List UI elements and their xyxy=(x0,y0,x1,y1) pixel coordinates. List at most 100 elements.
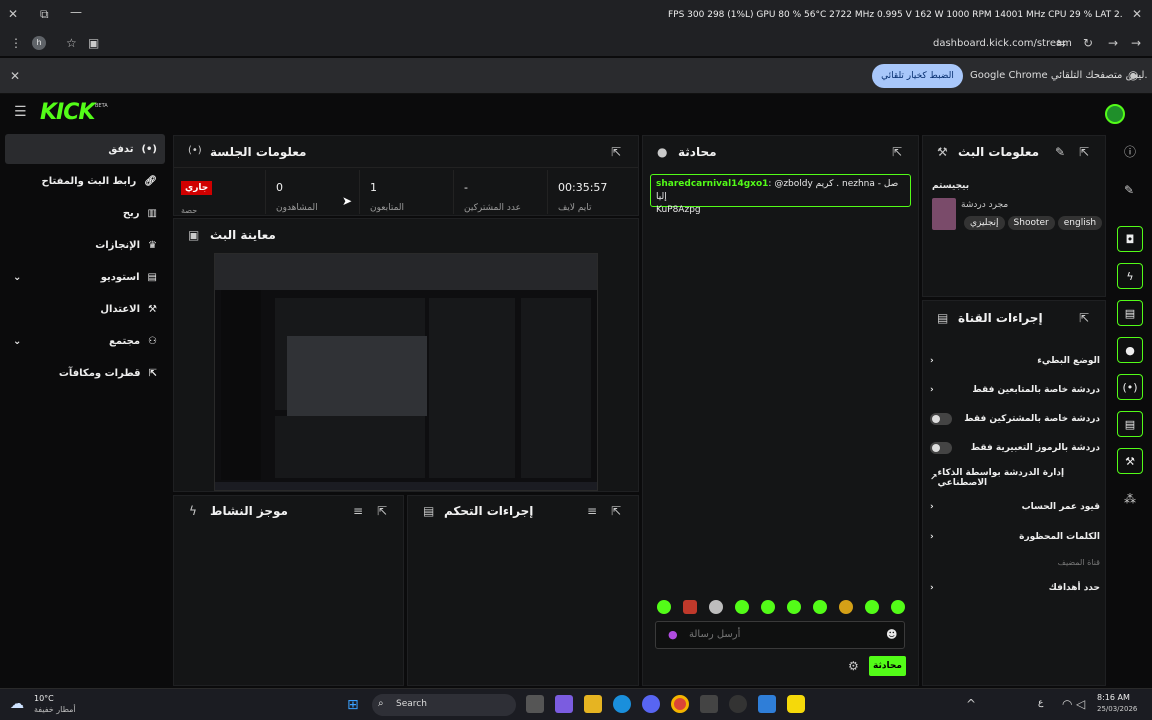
windows-start-icon[interactable]: ⊞ xyxy=(347,697,359,713)
chat-settings-gear-icon[interactable]: ⚙ xyxy=(848,660,859,672)
chevron-up-icon[interactable]: ^ xyxy=(966,698,976,710)
channel-action-slow-mode[interactable]: الوضع البطيء › xyxy=(930,351,1100,371)
language-indicator[interactable]: ع xyxy=(1038,698,1043,708)
emote-only-toggle[interactable] xyxy=(930,442,952,454)
taskbar-app-explorer-icon[interactable] xyxy=(526,695,544,713)
popout-icon[interactable]: ⇱ xyxy=(377,505,387,517)
taskbar-time[interactable]: 8:16 AM xyxy=(1097,693,1130,702)
channel-action-set-goals[interactable]: حدد أهدافك › xyxy=(930,578,1100,598)
channel-action-ai-moderation[interactable]: إدارة الدردشة بواسطة الذكاء الاصطناعي ↗ xyxy=(930,468,1100,488)
site-settings-icon[interactable]: ⇋ xyxy=(1056,37,1066,49)
user-avatar[interactable] xyxy=(1105,104,1125,124)
sidebar-item-stream-key[interactable]: 🔗︎ رابط البث والمفتاح xyxy=(5,166,165,196)
taskbar-app-notes-icon[interactable] xyxy=(787,695,805,713)
emote-4-icon[interactable] xyxy=(735,600,749,614)
sidebar-item-studio[interactable]: ▤ استوديو ⌄ xyxy=(5,262,165,292)
edit-pencil-icon[interactable]: ✎ xyxy=(1055,146,1065,158)
channel-action-followers-only[interactable]: دردشة خاصة بالمتابعين فقط › xyxy=(930,380,1100,400)
microphone-icon[interactable]: ● xyxy=(668,628,678,641)
subscribers-only-toggle[interactable] xyxy=(930,413,952,425)
rail-actions-icon[interactable]: ▤ xyxy=(1117,411,1143,437)
wifi-icon[interactable]: ◠ xyxy=(1062,698,1072,710)
forward-icon[interactable]: → xyxy=(1108,37,1118,49)
sidebar-item-community[interactable]: ⚇ مجتمع ⌄ xyxy=(5,326,165,356)
reload-icon[interactable]: ↻ xyxy=(1083,37,1093,49)
stream-preview-video[interactable] xyxy=(214,253,598,491)
popout-icon[interactable]: ⇱ xyxy=(611,146,621,158)
taskbar-app-edge-icon[interactable] xyxy=(613,695,631,713)
emote-9-icon[interactable] xyxy=(865,600,879,614)
emote-7-icon[interactable] xyxy=(813,600,827,614)
kick-logo[interactable]: KICK xyxy=(40,100,95,125)
chat-username[interactable]: sharedcarnival14gxo1 xyxy=(656,179,768,189)
sidebar-item-stream[interactable]: (•) تدفق xyxy=(5,134,165,164)
profile-avatar[interactable]: h xyxy=(32,36,46,50)
taskbar-app-discord-icon[interactable] xyxy=(642,695,660,713)
taskbar-app-chrome-icon[interactable] xyxy=(671,695,689,713)
minimize-icon[interactable]: — xyxy=(70,6,82,18)
rail-chat-icon[interactable]: ● xyxy=(1117,337,1143,363)
channel-action-account-age[interactable]: قيود عمر الحساب › xyxy=(930,497,1100,517)
emoji-icon[interactable]: ☻ xyxy=(886,628,897,641)
channel-action-emote-only[interactable]: دردشة بالرموز التعبيرية فقط xyxy=(930,438,1100,458)
taskbar-app-copilot-icon[interactable] xyxy=(555,695,573,713)
emote-6-icon[interactable] xyxy=(787,600,801,614)
taskbar-app-terminal-icon[interactable] xyxy=(700,695,718,713)
emote-10-icon[interactable] xyxy=(891,600,905,614)
sidebar-item-moderation[interactable]: ⚒ الاعتدال xyxy=(5,294,165,324)
close-window-icon[interactable]: ✕ xyxy=(8,8,18,20)
url-text[interactable]: dashboard.kick.com/stream xyxy=(933,38,1072,49)
sidebar-item-label: مجتمع xyxy=(109,335,141,347)
info-icon[interactable]: ⓘ xyxy=(1124,146,1136,158)
sidebar-item-achievements[interactable]: ♛ الإنجازات xyxy=(5,230,165,260)
rail-lightning-icon[interactable]: ϟ xyxy=(1117,263,1143,289)
back-icon[interactable]: → xyxy=(1131,37,1141,49)
edit-pencil-icon[interactable]: ✎ xyxy=(1124,184,1134,196)
filter-icon[interactable]: ≡ xyxy=(587,505,597,517)
maximize-icon[interactable]: ⧉ xyxy=(40,8,49,20)
emote-2-icon[interactable] xyxy=(683,600,697,614)
sidebar-item-drops[interactable]: ⇱ قطرات ومكافآت xyxy=(5,358,165,388)
category-name: مجرد دردشة xyxy=(961,200,1009,210)
filter-icon[interactable]: ≡ xyxy=(353,505,363,517)
rail-broadcast-icon[interactable]: (•) xyxy=(1117,374,1143,400)
rail-document-icon[interactable]: ▤ xyxy=(1117,300,1143,326)
channel-action-subscribers-only[interactable]: دردشة خاصة بالمشتركين فقط xyxy=(930,409,1100,429)
add-widget-icon[interactable]: ⁂ xyxy=(1124,493,1136,505)
menu-dots-icon[interactable]: ⋮ xyxy=(10,37,22,49)
taskbar-app-files-icon[interactable] xyxy=(584,695,602,713)
extensions-icon[interactable]: ▣ xyxy=(88,37,99,49)
infobar-close-icon[interactable]: ✕ xyxy=(10,70,20,82)
channel-action-banned-words[interactable]: الكلمات المحظورة › xyxy=(930,527,1100,547)
new-tab-close-icon[interactable]: ✕ xyxy=(1132,8,1142,20)
weather-desc[interactable]: أمطار خفيفة xyxy=(34,705,76,714)
rail-wrench-icon[interactable]: ⚒ xyxy=(1117,448,1143,474)
chevron-right-icon: › xyxy=(930,356,934,366)
subscribers-label: عدد المشتركين xyxy=(464,203,521,213)
taskbar-app-remote-icon[interactable] xyxy=(758,695,776,713)
taskbar-search[interactable]: ⌕ Search xyxy=(372,694,516,716)
channel-action-label: دردشة خاصة بالمتابعين فقط xyxy=(972,385,1100,395)
taskbar-date[interactable]: 25/03/2026 xyxy=(1097,705,1137,713)
sidebar-item-label: تدفق xyxy=(108,143,134,155)
emote-1-icon[interactable] xyxy=(657,600,671,614)
emote-5-icon[interactable] xyxy=(761,600,775,614)
popout-icon[interactable]: ⇱ xyxy=(611,505,621,517)
hamburger-menu-icon[interactable]: ☰ xyxy=(14,105,27,119)
chat-input[interactable]: أرسل رسالة ● ☻ xyxy=(655,621,905,649)
popout-icon[interactable]: ⇱ xyxy=(1079,146,1089,158)
popout-icon[interactable]: ⇱ xyxy=(892,146,902,158)
taskbar-app-obs-icon[interactable] xyxy=(729,695,747,713)
weather-temp[interactable]: 10°C xyxy=(34,694,54,703)
chat-message[interactable]: sharedcarnival14gxo1: @zboldy كريم . nez… xyxy=(650,174,911,215)
send-chat-button[interactable]: محادثة xyxy=(869,656,906,676)
channel-action-label: قيود عمر الحساب xyxy=(1021,502,1100,512)
popout-icon[interactable]: ⇱ xyxy=(1079,312,1089,324)
bookmark-star-icon[interactable]: ☆ xyxy=(66,37,77,49)
emote-8-icon[interactable] xyxy=(839,600,853,614)
emote-3-icon[interactable] xyxy=(709,600,723,614)
sidebar-item-earnings[interactable]: ▥ ربح xyxy=(5,198,165,228)
set-default-button[interactable]: الضبط كخيار تلقائي xyxy=(872,64,963,88)
volume-icon[interactable]: ◁ xyxy=(1076,698,1085,710)
rail-camera-icon[interactable]: ◘ xyxy=(1117,226,1143,252)
